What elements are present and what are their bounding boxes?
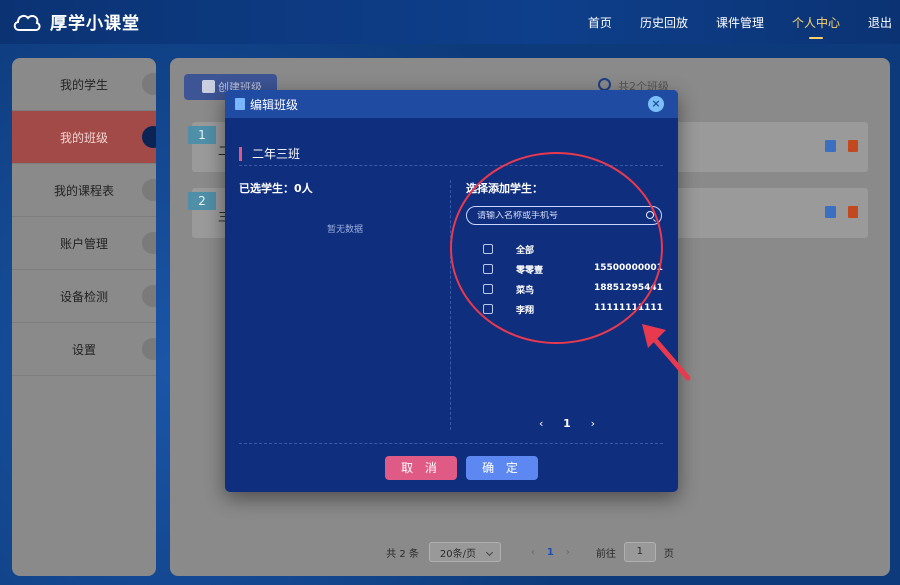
cancel-button[interactable]: 取 消	[385, 456, 457, 480]
empty-state: 暂无数据	[326, 225, 363, 235]
dialog-header: 编辑班级 ×	[225, 90, 678, 118]
close-button[interactable]: ×	[648, 96, 664, 112]
selected-students-panel: 已选学生：0人 暂无数据	[239, 180, 451, 430]
annotation-arrow-icon	[642, 324, 691, 381]
current-page[interactable]: 1	[563, 417, 571, 430]
class-icon	[235, 98, 245, 110]
accent-bar	[239, 146, 242, 161]
footer-divider	[239, 443, 663, 444]
selected-students-label: 已选学生：0人	[239, 182, 313, 195]
confirm-button[interactable]: 确 定	[466, 456, 538, 480]
student-pagination: ‹ 1 ›	[539, 416, 595, 430]
dialog-title: 编辑班级	[250, 97, 299, 112]
next-page-button[interactable]: ›	[591, 417, 595, 430]
prev-page-button[interactable]: ‹	[539, 417, 543, 430]
class-name-value: 二年三班	[252, 147, 301, 161]
annotation-circle	[450, 152, 663, 344]
